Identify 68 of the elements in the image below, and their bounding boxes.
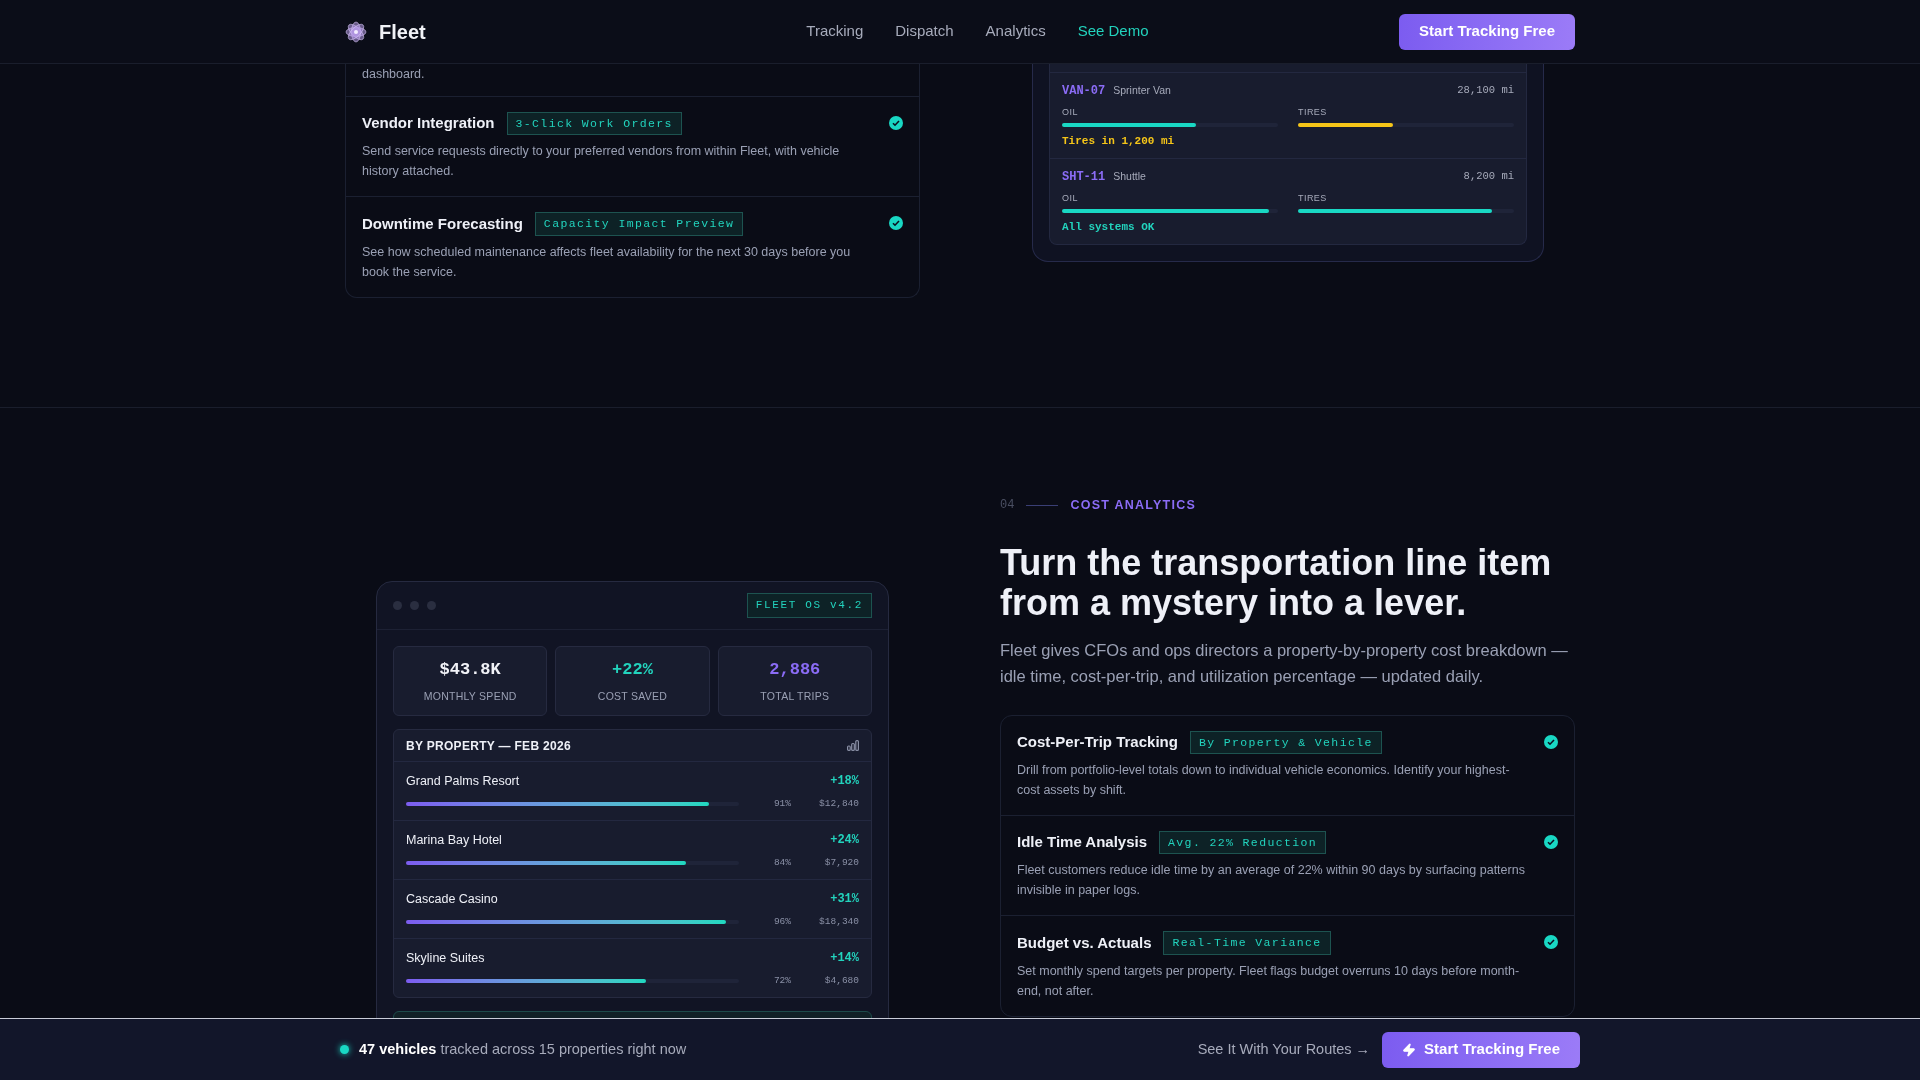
utilization-percent: 84% [772,855,791,870]
section-number: 04 [1000,497,1015,515]
feature-tag: Real-Time Variance [1163,931,1331,955]
property-amount: $4,680 [823,973,859,988]
feature-tag: Avg. 22% Reduction [1159,831,1327,855]
stat-label: TOTAL TRIPS [760,688,830,704]
section-paragraph: Fleet gives CFOs and ops directors a property-by-property cost breakdown — idle time, cost-per-trip, and utilization percentage — updated daily. [1000,639,1569,687]
vehicle-type: Shuttle [1113,169,1146,184]
flower-logo-icon [345,20,367,43]
nav-link[interactable]: See Demo [1077,20,1149,43]
see-routes-link[interactable]: See It With Your Routes → [1197,1038,1371,1061]
gauge-label: OIL [1062,192,1079,205]
stat-label: MONTHLY SPEND [423,688,517,704]
feature-title: Downtime Forecasting [362,213,523,234]
stat-value: +22% [612,659,653,682]
property-name: Marina Bay Hotel [406,832,502,849]
stat-value: 2,886 [769,659,821,682]
section-heading: Turn the transportation line item from a mystery into a lever. [1000,542,1553,623]
vehicle-count-message: 47 vehicles tracked across 15 properties right now [359,1039,687,1059]
vehicle-status: All systems OK [1062,219,1155,235]
vehicle-type: Sprinter Van [1113,83,1171,98]
feature-description: Set monthly spend targets per property. Fleet flags budget overruns 10 days before month-end, not after. [1017,962,1521,1000]
utilization-percent: 96% [772,914,791,929]
brand-name: Fleet [379,19,426,45]
property-name: Skyline Suites [406,950,485,967]
gauge-label: TIRES [1298,192,1328,205]
vehicle-status: Tires in 1,200 mi [1062,133,1175,149]
property-amount: $18,340 [818,914,859,929]
property-change: +31% [830,891,859,909]
feature-tag: 3-Click Work Orders [506,112,682,136]
property-amount: $12,840 [818,796,859,811]
feature-description: dashboard. [361,66,426,83]
nav-link[interactable]: Tracking [806,20,864,43]
feature-title: Vendor Integration [362,113,495,134]
vehicle-mileage: 28,100 mi [1457,83,1514,99]
property-amount: $7,920 [823,855,859,870]
bar-chart-icon [847,740,859,751]
feature-description: Fleet customers reduce idle time by an average of 22% within 90 days by surfacing patterns invisible in paper logs. [1017,862,1526,900]
gauge-label: OIL [1062,106,1079,119]
property-name: Cascade Casino [406,891,498,908]
property-change: +24% [830,832,859,850]
section-eyebrow: COST ANALYTICS [1070,497,1197,514]
version-badge: FLEET OS v4.2 [746,593,872,618]
feature-title: Budget vs. Actuals [1017,932,1152,953]
lightning-icon [1402,1042,1417,1057]
property-change: +18% [830,773,859,791]
vehicle-id: SHT-11 [1062,169,1106,186]
panel-title: BY PROPERTY — FEB 2026 [406,737,571,755]
utilization-percent: 91% [772,796,791,811]
feature-title: Idle Time Analysis [1017,832,1148,853]
feature-description: Send service requests directly to your preferred vendors from within Fleet, with vehicle history attached. [362,143,841,181]
vehicle-mileage: 8,200 mi [1463,169,1514,185]
vehicle-id: VAN-07 [1062,83,1106,100]
utilization-percent: 72% [772,973,791,988]
feature-description: See how scheduled maintenance affects fleet availability for the next 30 days before you book the service. [362,243,852,281]
feature-tag: Capacity Impact Preview [534,212,744,236]
feature-title: Cost-Per-Trip Tracking [1017,732,1178,753]
nav-link[interactable]: Analytics [985,20,1046,43]
start-tracking-button[interactable]: Start Tracking Free [1399,13,1575,50]
gauge-label: TIRES [1298,106,1328,119]
nav-link[interactable]: Dispatch [895,20,954,43]
start-tracking-button[interactable]: Start Tracking Free [1382,1031,1580,1068]
feature-description: Drill from portfolio-level totals down to individual vehicle economics. Identify your highest-cost assets by shift. [1017,762,1511,799]
property-change: +14% [830,950,859,968]
stat-value: $43.8K [439,659,501,682]
stat-label: COST SAVED [597,688,668,704]
property-name: Grand Palms Resort [406,773,520,790]
feature-tag: By Property & Vehicle [1189,730,1382,754]
